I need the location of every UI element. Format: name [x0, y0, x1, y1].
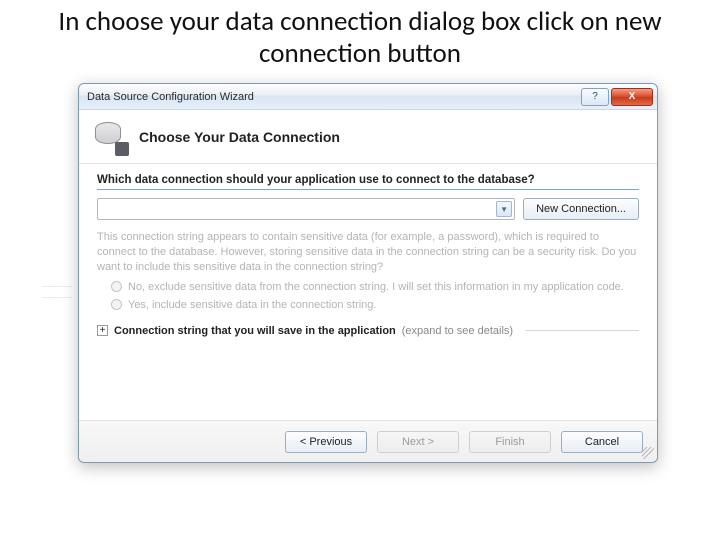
radio-no[interactable] [111, 281, 122, 292]
finish-button: Finish [469, 431, 551, 453]
help-button[interactable]: ? [581, 88, 609, 106]
radio-yes[interactable] [111, 299, 122, 310]
question-label: Which data connection should your applic… [97, 174, 639, 186]
close-button[interactable]: X [611, 88, 653, 106]
radio-no-row: No, exclude sensitive data from the conn… [111, 281, 639, 293]
next-label: Next > [402, 436, 434, 448]
close-icon: X [629, 91, 636, 102]
next-button: Next > [377, 431, 459, 453]
previous-button[interactable]: < Previous [285, 431, 367, 453]
finish-label: Finish [495, 436, 524, 448]
expander-hint-text: (expand to see details) [402, 325, 513, 337]
dialog-footer: < Previous Next > Finish Cancel [79, 420, 657, 462]
slide-title: In choose your data connection dialog bo… [0, 0, 720, 70]
dialog-header-title: Choose Your Data Connection [139, 129, 340, 145]
resize-grip[interactable] [642, 447, 654, 459]
connection-string-expander[interactable]: + Connection string that you will save i… [97, 325, 639, 337]
database-icon [93, 120, 127, 154]
chevron-down-icon[interactable]: ▼ [496, 201, 512, 217]
connection-combo[interactable]: ▼ [97, 198, 515, 220]
new-connection-label: New Connection... [536, 203, 626, 215]
slide: In choose your data connection dialog bo… [0, 0, 720, 540]
radio-no-label: No, exclude sensitive data from the conn… [128, 281, 624, 293]
cancel-label: Cancel [585, 436, 619, 448]
new-connection-button[interactable]: New Connection... [523, 198, 639, 220]
sensitive-data-text: This connection string appears to contai… [97, 230, 639, 275]
question-rule [97, 189, 639, 190]
wizard-dialog: Data Source Configuration Wizard ? X Cho… [78, 83, 658, 463]
radio-yes-label: Yes, include sensitive data in the conne… [128, 299, 376, 311]
titlebar[interactable]: Data Source Configuration Wizard ? X [79, 84, 657, 110]
plus-icon[interactable]: + [97, 325, 108, 336]
expander-bold-text: Connection string that you will save in … [114, 325, 396, 337]
titlebar-text: Data Source Configuration Wizard [87, 91, 579, 103]
dialog-body: Which data connection should your applic… [79, 164, 657, 420]
cancel-button[interactable]: Cancel [561, 431, 643, 453]
help-icon: ? [592, 91, 598, 102]
connection-row: ▼ New Connection... [97, 198, 639, 220]
previous-label: < Previous [300, 436, 352, 448]
dialog-header: Choose Your Data Connection [79, 110, 657, 164]
background-decoration [42, 286, 72, 298]
radio-yes-row: Yes, include sensitive data in the conne… [111, 299, 639, 311]
expander-rule [525, 330, 639, 331]
